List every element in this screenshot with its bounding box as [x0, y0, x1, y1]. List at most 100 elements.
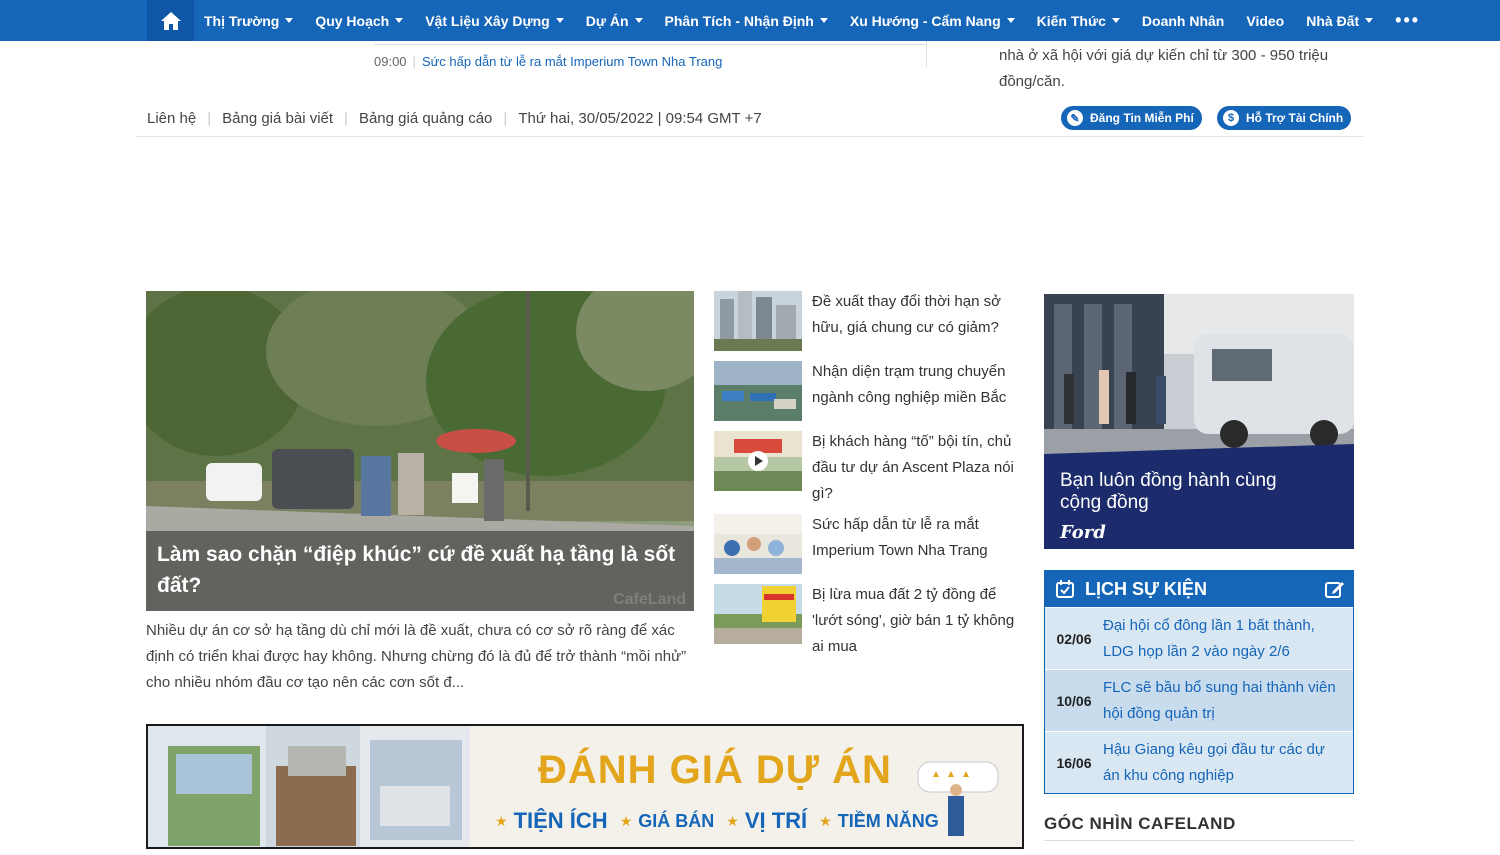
ticker-link[interactable]: Sức hấp dẫn từ lễ ra mắt Imperium Town N… [422, 54, 722, 69]
post-free-button[interactable]: ✎ Đăng Tin Miễn Phí [1061, 106, 1202, 130]
nav-item-nha-dat[interactable]: Nhà Đất [1306, 12, 1374, 29]
utility-separator: | [344, 109, 348, 127]
current-datetime: Thứ hai, 30/05/2022 | 09:54 GMT +7 [518, 109, 762, 127]
nav-item-kien-thuc[interactable]: Kiến Thức [1037, 13, 1120, 29]
chevron-down-icon [395, 18, 404, 23]
event-title[interactable]: Đại hội cổ đông lần 1 bất thành, LDG họp… [1103, 613, 1353, 665]
top-navigation-bar: Thị Trường Quy Hoạch Vật Liệu Xây Dựng D… [0, 0, 1500, 41]
chevron-down-icon [819, 18, 828, 23]
hero-article[interactable]: Làm sao chặn “điệp khúc” cứ đề xuất hạ t… [146, 291, 694, 611]
ad-pricing-link[interactable]: Bảng giá quảng cáo [359, 110, 492, 127]
ford-advertisement[interactable]: Bạn luôn đồng hành cùng cộng đồng Ford [1044, 294, 1354, 549]
article-title[interactable]: Bị lừa mua đất 2 tỷ đồng để 'lướt sóng',… [812, 582, 1022, 660]
banner-headline: ĐÁNH GIÁ DỰ ÁN [538, 748, 892, 792]
event-date: 10/06 [1056, 692, 1092, 709]
hero-watermark: CafeLand [613, 591, 686, 608]
events-panel: LỊCH SỰ KIỆN 02/06 Đại hội cổ đông lần 1… [1044, 570, 1354, 794]
finance-support-label: Hỗ Trợ Tài Chính [1246, 111, 1344, 125]
nav-item-label: Kiến Thức [1036, 12, 1106, 29]
edit-icon: ✎ [1067, 110, 1083, 126]
nav-menu: Thị Trường Quy Hoạch Vật Liệu Xây Dựng D… [204, 0, 1420, 41]
event-row[interactable]: 16/06 Hậu Giang kêu gọi đầu tư các dự án… [1045, 731, 1353, 793]
event-date: 16/06 [1056, 754, 1092, 771]
utility-separator: | [207, 109, 212, 127]
home-button[interactable] [147, 0, 194, 41]
article-thumbnail [714, 431, 802, 491]
article-title[interactable]: Sức hấp dẫn từ lễ ra mắt Imperium Town N… [812, 512, 1022, 564]
article-thumbnail [714, 361, 802, 421]
nav-item-label: Dự Án [585, 12, 629, 29]
ford-logo: Ford [1060, 522, 1106, 543]
hero-summary: Nhiều dự án cơ sở hạ tầng dù chỉ mới là … [146, 622, 687, 691]
nav-item-label: Video [1246, 12, 1285, 29]
banner-tag: VỊ TRÍ [744, 808, 808, 833]
event-row[interactable]: 10/06 FLC sẽ bầu bổ sung hai thành viên … [1045, 669, 1353, 731]
calendar-icon [1056, 580, 1074, 598]
star-icon: ★ [619, 812, 633, 829]
hero-title[interactable]: Làm sao chặn “điệp khúc” cứ đề xuất hạ t… [146, 531, 694, 611]
chevron-down-icon [1111, 18, 1120, 23]
ford-ad-slogan: Bạn luôn đồng hành cùng cộng đồng [1060, 470, 1277, 513]
banner-tag: TIỆN ÍCH [513, 808, 608, 833]
nav-item-label: Thị Trường [204, 12, 280, 29]
star-icon: ★ [819, 812, 832, 829]
nav-item-label: Xu Hướng - Cẩm Nang [849, 12, 1001, 29]
event-title[interactable]: Hậu Giang kêu gọi đầu tư các dự án khu c… [1103, 737, 1353, 789]
ticker-divider [374, 44, 926, 45]
nav-item-du-an[interactable]: Dự Án [586, 13, 643, 29]
contact-link[interactable]: Liên hệ [147, 110, 196, 127]
nav-item-vat-lieu-xay-dung[interactable]: Vật Liệu Xây Dựng [425, 13, 564, 29]
article-pricing-link[interactable]: Bảng giá bài viết [222, 110, 333, 127]
nav-item-doanh-nhan[interactable]: Doanh Nhân [1142, 13, 1224, 29]
chevron-down-icon [555, 18, 564, 23]
utility-bar: Liên hệ | Bảng giá bài viết | Bảng giá q… [147, 107, 762, 129]
article-title[interactable]: Đề xuất thay đổi thời hạn sở hữu, giá ch… [812, 289, 1022, 341]
nav-item-thi-truong[interactable]: Thị Trường [204, 12, 294, 29]
nav-item-quy-hoach[interactable]: Quy Hoạch [315, 12, 404, 29]
nav-item-label: Quy Hoạch [315, 12, 390, 29]
play-icon [748, 451, 768, 471]
more-menu-button[interactable]: ••• [1395, 10, 1420, 31]
event-date: 02/06 [1056, 630, 1092, 647]
project-review-banner[interactable]: ĐÁNH GIÁ DỰ ÁN ★ TIỆN ÍCH ★ GIÁ BÁN ★ VỊ TR… [146, 724, 1024, 849]
header-divider [926, 41, 927, 67]
star-icon: ★ [495, 812, 508, 829]
utility-divider [136, 136, 1364, 137]
chevron-down-icon [634, 18, 643, 23]
article-thumbnail [714, 514, 802, 574]
edit-icon[interactable] [1325, 579, 1345, 599]
article-thumbnail [714, 584, 802, 644]
nav-item-xu-huong-cam-nang[interactable]: Xu Hướng - Cẩm Nang [850, 13, 1015, 29]
nav-item-label: Doanh Nhân [1141, 12, 1225, 29]
nav-item-phan-tich-nhan-dinh[interactable]: Phân Tích - Nhận Định [665, 13, 828, 29]
events-title: LỊCH SỰ KIỆN [1085, 578, 1207, 599]
star-icon: ★ [726, 812, 739, 829]
ticker-separator: | [412, 53, 416, 69]
chevron-down-icon [285, 18, 294, 23]
event-row[interactable]: 02/06 Đại hội cổ đông lần 1 bất thành, L… [1045, 607, 1353, 669]
event-title[interactable]: FLC sẽ bầu bổ sung hai thành viên hội đồ… [1103, 675, 1353, 727]
events-header: LỊCH SỰ KIỆN [1045, 571, 1353, 607]
banner-tag: GIÁ BÁN [638, 810, 715, 831]
banner-tags: ★ TIỆN ÍCH ★ GIÁ BÁN ★ VỊ TRÍ ★ TIỀM NĂNG [483, 808, 939, 834]
finance-support-button[interactable]: $ Hỗ Trợ Tài Chính [1217, 106, 1352, 130]
home-icon [160, 11, 181, 30]
chevron-down-icon [1006, 18, 1015, 23]
section-title: GÓC NHÌN CAFELAND [1044, 814, 1236, 833]
utility-separator: | [503, 109, 508, 127]
chevron-down-icon [1365, 18, 1374, 23]
nav-item-video[interactable]: Video [1246, 13, 1284, 29]
post-free-label: Đăng Tin Miễn Phí [1090, 111, 1194, 125]
article-title[interactable]: Nhận diện trạm trung chuyển ngành công n… [812, 359, 1022, 411]
dollar-icon: $ [1223, 110, 1239, 126]
nav-item-label: Vật Liệu Xây Dựng [425, 12, 550, 29]
nav-item-label: Phân Tích - Nhận Định [664, 12, 814, 29]
section-divider [1044, 840, 1354, 841]
nav-item-label: Nhà Đất [1306, 12, 1360, 29]
ticker-time: 09:00 [374, 53, 407, 69]
banner-tag: TIỀM NĂNG [837, 810, 939, 831]
featured-snippet[interactable]: nhà ở xã hội với giá dự kiến chỉ từ 300 … [999, 43, 1349, 95]
news-ticker[interactable]: 09:00 | Sức hấp dẫn từ lễ ra mắt Imperiu… [374, 52, 754, 70]
article-thumbnail [714, 291, 802, 351]
article-title[interactable]: Bị khách hàng “tố” bội tín, chủ đầu tư d… [812, 429, 1022, 507]
